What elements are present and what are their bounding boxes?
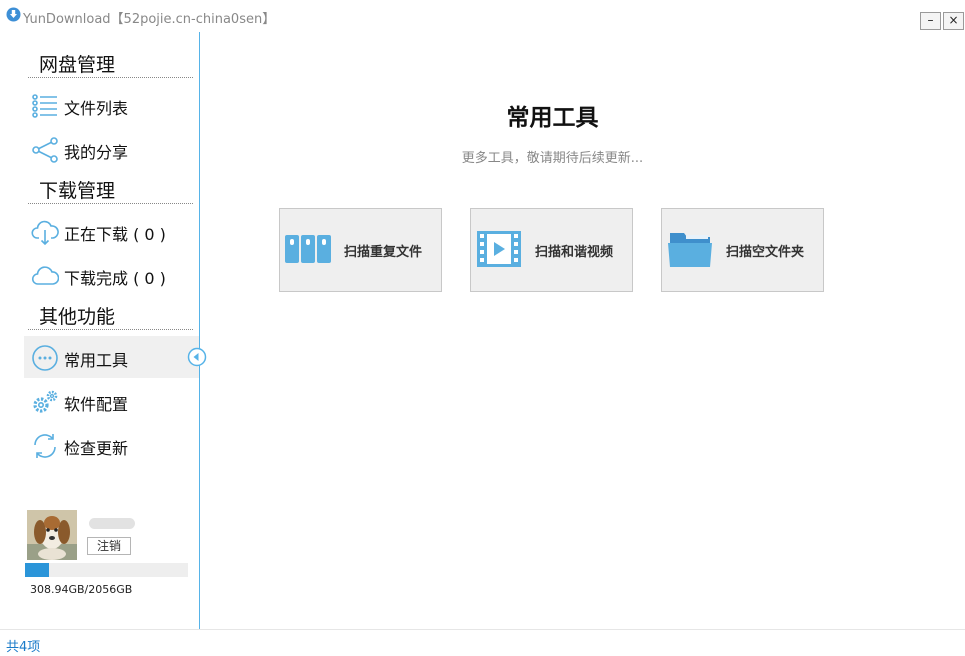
- logout-button[interactable]: 注销: [87, 537, 131, 555]
- sidebar-item-common-tools[interactable]: 常用工具: [24, 336, 199, 378]
- sidebar-item-label: 常用工具: [64, 351, 129, 370]
- storage-bar-fill: [25, 563, 50, 577]
- list-icon: [32, 94, 57, 118]
- duplicate-files-icon: [285, 235, 331, 263]
- refresh-icon: [34, 434, 56, 458]
- sidebar-item-label: 软件配置: [64, 395, 129, 414]
- title-bar: YunDownload【52pojie.cn-china0sen】 – ×: [0, 0, 965, 32]
- sidebar-item-file-list[interactable]: 文件列表: [24, 84, 199, 126]
- page-title: 常用工具: [506, 105, 599, 131]
- sidebar-item-label: 下载完成 ( 0 ): [64, 269, 166, 288]
- username: [89, 518, 135, 529]
- close-button[interactable]: ×: [943, 12, 964, 30]
- sidebar-item-label: 正在下载 ( 0 ): [64, 225, 166, 244]
- collapse-sidebar-icon[interactable]: [187, 347, 207, 367]
- tool-label: 扫描和谐视频: [535, 245, 614, 260]
- sidebar-item-downloading[interactable]: 正在下载 ( 0 ): [24, 210, 199, 252]
- cloud-icon: [31, 266, 59, 285]
- window-title: YunDownload【52pojie.cn-china0sen】: [23, 12, 276, 27]
- sidebar-item-label: 我的分享: [64, 143, 129, 162]
- avatar: [27, 510, 77, 560]
- sidebar-item-completed[interactable]: 下载完成 ( 0 ): [24, 254, 199, 296]
- sidebar-item-label: 文件列表: [64, 99, 129, 118]
- storage-bar: [25, 563, 188, 577]
- video-icon: [477, 231, 521, 267]
- sidebar-item-label: 检查更新: [64, 439, 129, 458]
- scan-duplicate-files-button[interactable]: 扫描重复文件: [279, 208, 442, 292]
- cloud-download-icon: [31, 220, 59, 246]
- sidebar: 网盘管理 文件列表 我的分享 下载管理 正在下载 ( 0 ) 下载完成 (0 …: [0, 32, 199, 629]
- sidebar-item-my-share[interactable]: 我的分享: [24, 128, 199, 170]
- sidebar-item-check-update[interactable]: 检查更新: [24, 424, 199, 466]
- download-app-icon: [6, 7, 21, 22]
- section-title-download: 下载管理: [28, 180, 193, 204]
- tool-label: 扫描重复文件: [344, 245, 423, 260]
- scan-video-button[interactable]: 扫描和谐视频: [470, 208, 633, 292]
- share-icon: [32, 137, 58, 163]
- status-text: 共4项: [6, 640, 41, 655]
- sidebar-item-settings[interactable]: 软件配置: [24, 380, 199, 422]
- section-title-other: 其他功能: [28, 306, 193, 330]
- scan-empty-folders-button[interactable]: 扫描空文件夹: [661, 208, 824, 292]
- folder-icon: [668, 233, 712, 267]
- tool-label: 扫描空文件夹: [726, 245, 805, 260]
- page-subtitle: 更多工具，敬请期待后续更新...: [461, 151, 644, 166]
- minimize-button[interactable]: –: [920, 12, 941, 30]
- section-title-netdisk: 网盘管理: [28, 54, 193, 78]
- storage-text: 308.94GB/2056GB: [30, 583, 133, 596]
- more-icon: [32, 345, 58, 371]
- gear-icon: [33, 390, 58, 413]
- status-bar: 共4项: [0, 629, 965, 656]
